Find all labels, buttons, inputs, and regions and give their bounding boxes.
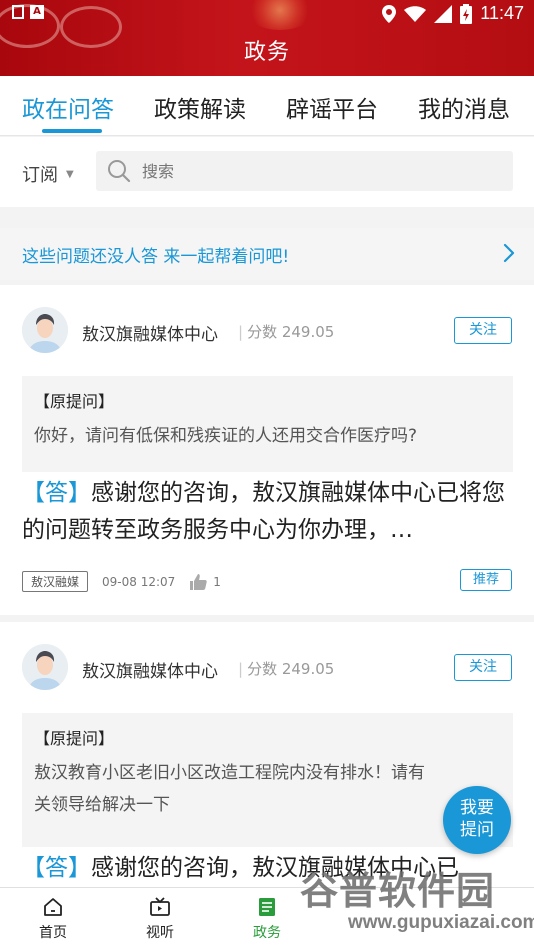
news-icon [259, 898, 275, 916]
score-value: 分数 249.05 [247, 660, 335, 678]
answer-label: 【答】 [22, 480, 91, 506]
subscribe-label: 订阅 [22, 165, 58, 186]
chevron-right-icon [503, 243, 515, 263]
tv-icon [150, 897, 170, 916]
user-avatar-icon [22, 307, 68, 353]
original-question[interactable]: 【原提问】 你好，请问有低保和残疾证的人还用交合作医疗吗? [22, 376, 513, 472]
qa-card[interactable]: 敖汉旗融媒体中心 | 分数 249.05 关注 【原提问】 敖汉教育小区老旧小区改… [0, 622, 534, 887]
nav-home[interactable]: 首页 [23, 896, 83, 942]
recommend-button[interactable]: 推荐 [460, 569, 512, 591]
status-bar: A 11:47 [0, 0, 534, 28]
wifi-icon [404, 5, 427, 22]
clock: 11:47 [480, 3, 524, 23]
post-meta: 敖汉融媒 09-08 12:07 1 [22, 571, 221, 592]
ask-button-line1: 我要 [460, 798, 494, 818]
nav-home-label: 首页 [39, 925, 67, 941]
follow-button[interactable]: 关注 [454, 654, 512, 681]
question-text: 敖汉教育小区老旧小区改造工程院内没有排水！请有关领导给解决一下 [34, 763, 425, 815]
subscribe-dropdown[interactable]: 订阅 ▼ [22, 161, 74, 187]
nav-media-label: 视听 [146, 925, 174, 941]
location-icon [382, 4, 397, 23]
home-icon [44, 898, 62, 916]
tab-rumor[interactable]: 辟谣平台 [286, 90, 378, 124]
filter-row: 订阅 ▼ [0, 137, 534, 207]
tab-messages[interactable]: 我的消息 [418, 90, 510, 124]
original-question[interactable]: 【原提问】 敖汉教育小区老旧小区改造工程院内没有排水！请有关领导给解决一下 [22, 713, 513, 847]
nav-media[interactable]: 视听 [130, 896, 190, 942]
search-icon [108, 160, 131, 183]
post-time: 09-08 12:07 [102, 574, 176, 589]
thumbs-up-icon[interactable] [189, 573, 208, 591]
ask-question-button[interactable]: 我要 提问 [443, 786, 511, 854]
nav-government-label: 政务 [253, 925, 281, 941]
page-title: 政务 [243, 40, 290, 65]
signal-icon [434, 4, 453, 23]
question-label: 【原提问】 [34, 392, 115, 411]
ask-button-line2: 提问 [460, 820, 494, 840]
watermark-title: 谷普软件园 [300, 869, 496, 913]
search-input[interactable] [142, 161, 482, 181]
banner-text: 这些问题还没人答 来一起帮着问吧! [22, 247, 290, 267]
user-avatar-icon [22, 644, 68, 690]
answer-label: 【答】 [22, 855, 91, 881]
question-text: 你好，请问有低保和残疾证的人还用交合作医疗吗? [34, 426, 418, 446]
nav-government[interactable]: 政务 [237, 896, 297, 942]
follow-button[interactable]: 关注 [454, 317, 512, 344]
question-label: 【原提问】 [34, 729, 115, 748]
qa-card[interactable]: 敖汉旗融媒体中心 | 分数 249.05 关注 【原提问】 你好，请问有低保和残疾… [0, 285, 534, 615]
unanswered-banner[interactable]: 这些问题还没人答 来一起帮着问吧! [0, 228, 534, 280]
active-tab-indicator [42, 129, 102, 133]
score-badge: | 分数 249.05 [238, 660, 335, 678]
source-tag[interactable]: 敖汉融媒 [22, 571, 89, 592]
answer-text[interactable]: 【答】感谢您的咨询，敖汉旗融媒体中心已将您的问题转至政务服务中心为你办理，… [22, 475, 513, 549]
like-count: 1 [213, 574, 221, 589]
tab-bar: 政在问答 政策解读 辟谣平台 我的消息 [0, 76, 534, 136]
author-name[interactable]: 敖汉旗融媒体中心 [82, 657, 218, 682]
notification-box-icon [12, 5, 24, 19]
caret-down-icon: ▼ [66, 168, 74, 180]
author-name[interactable]: 敖汉旗融媒体中心 [82, 320, 218, 345]
avatar[interactable] [22, 644, 68, 690]
app-header: A 11:47 政务 [0, 0, 534, 76]
score-value: 分数 249.05 [247, 323, 335, 341]
search-box[interactable] [96, 151, 513, 191]
tab-qa[interactable]: 政在问答 [22, 90, 114, 124]
answer-body: 感谢您的咨询，敖汉旗融媒体中心已将您的问题转至政务服务中心为你办理，… [22, 480, 505, 543]
score-badge: | 分数 249.05 [238, 323, 335, 341]
site-watermark: 谷普软件园 www.gupuxiazai.com [296, 858, 534, 950]
avatar[interactable] [22, 307, 68, 353]
watermark-url: www.gupuxiazai.com [348, 912, 534, 933]
battery-icon [460, 3, 473, 24]
app-notification-icon: A [30, 5, 44, 19]
tab-policy[interactable]: 政策解读 [154, 90, 246, 124]
